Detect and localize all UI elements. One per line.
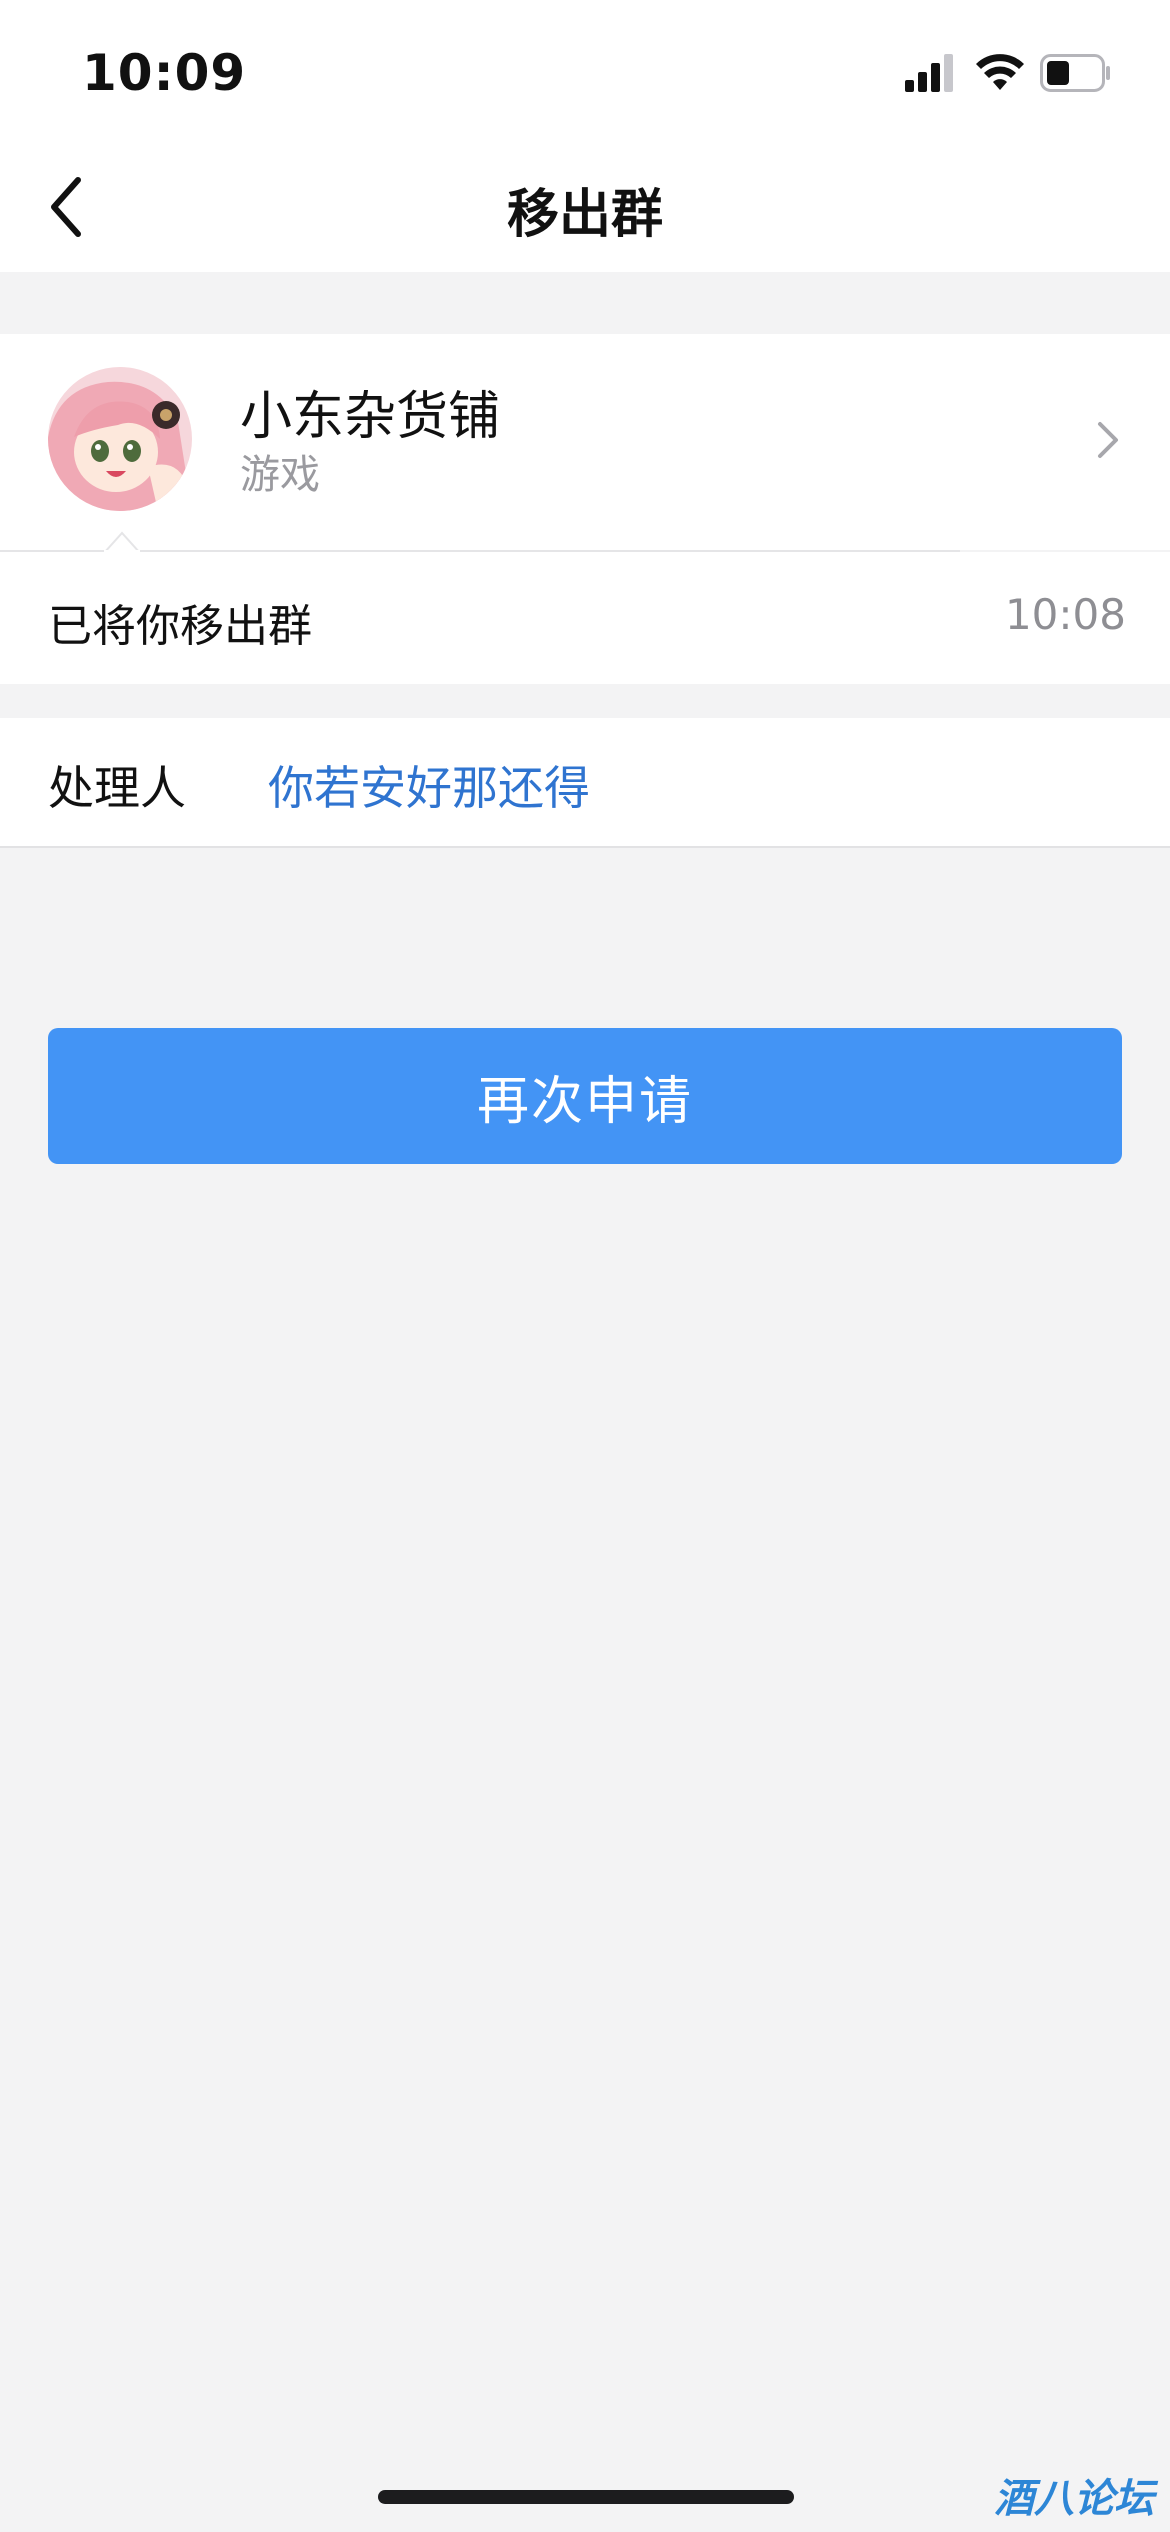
bubble-pointer — [104, 531, 140, 553]
group-category: 游戏 — [240, 452, 320, 498]
wifi-icon — [976, 54, 1024, 90]
handler-label: 处理人 — [48, 761, 186, 815]
group-avatar[interactable] — [48, 367, 192, 511]
group-name: 小东杂货铺 — [240, 387, 501, 447]
chevron-right-icon[interactable] — [1090, 420, 1124, 460]
page-title: 移出群 — [506, 185, 663, 245]
removal-notice-time: 10:08 — [1004, 590, 1126, 639]
anime-girl-avatar-icon — [48, 367, 192, 511]
home-indicator[interactable] — [378, 2490, 794, 2504]
battery-icon — [1040, 54, 1110, 92]
status-time: 10:09 — [82, 44, 247, 102]
removal-notice-text: 已将你移出群 — [48, 601, 312, 652]
watermark: 酒八论坛 — [994, 2476, 1154, 2522]
reapply-button[interactable]: 再次申请 — [48, 1028, 1122, 1164]
handler-name-link[interactable]: 你若安好那还得 — [268, 752, 590, 818]
cellular-signal-icon — [905, 54, 953, 92]
